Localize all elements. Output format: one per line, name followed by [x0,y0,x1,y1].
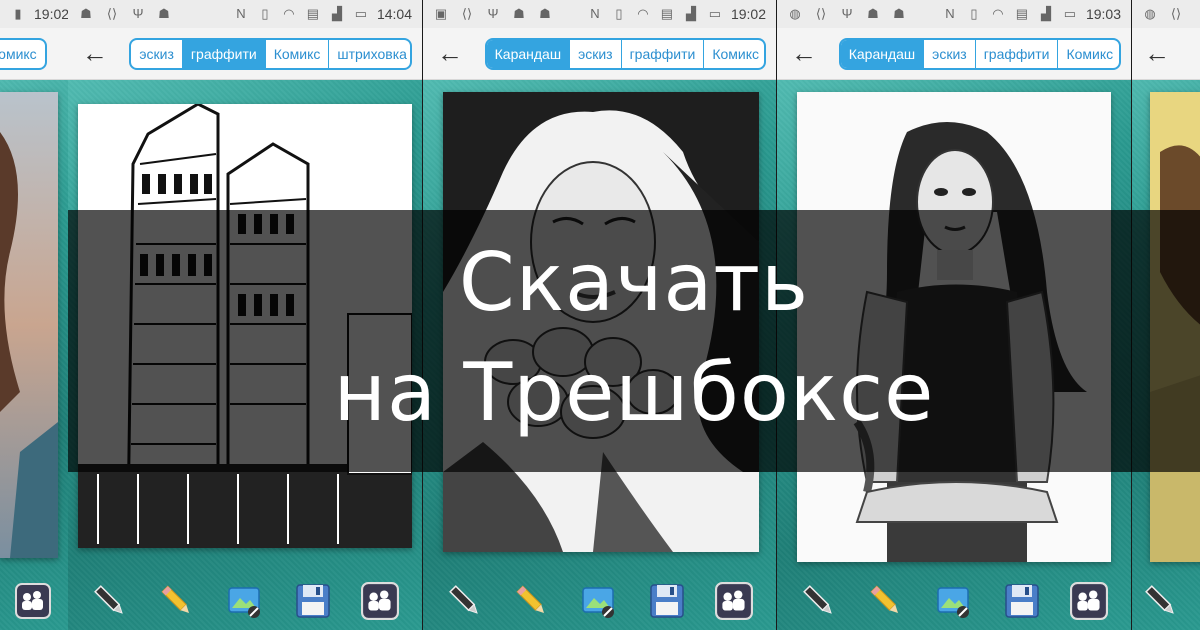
gallery-magic-icon[interactable] [224,580,266,622]
pencil-yellow-icon[interactable] [156,580,198,622]
phone-screen-1: ▮ 19:02 Комикс [0,0,68,630]
battery-icon: ▭ [708,6,722,21]
pencil-yellow-icon[interactable] [865,580,907,622]
usb-icon: Ψ [487,6,499,21]
bottom-toolbar [68,572,422,630]
battery-icon: ▭ [354,6,368,21]
filter-tabs: Карандаш эскиз граффити Комикс [484,37,766,70]
usb-icon: Ψ [841,6,853,21]
usb-icon: Ψ [132,6,144,21]
status-time: 14:04 [376,6,412,22]
status-time: 19:02 [730,6,766,22]
tab-comic[interactable]: Комикс [266,39,330,68]
status-bar: ▣ ⟨⟩ Ψ ☗ ☗ N ▯ ◠ ▤ ▟ ▭ 19:02 [423,0,776,28]
sim-icon: ▤ [1015,6,1029,21]
tab-hatching[interactable]: штриховка [329,40,410,68]
filter-tabs: Карандаш эскиз граффити Комикс [838,37,1121,70]
speaker-icon: ◍ [1144,6,1156,21]
nfc-icon: N [590,6,600,21]
banner-line-2: на Трешбоксе [333,346,935,439]
back-arrow-icon[interactable]: ← [1142,37,1172,71]
pencil-black-icon[interactable] [1140,580,1182,622]
tab-comic[interactable]: Комикс [704,40,764,68]
android-icon: ☗ [867,6,879,21]
signal-icon: ▟ [685,6,696,21]
top-bar: ← эскиз граффити Комикс штриховка [68,28,422,80]
nfc-icon: N [945,6,955,21]
status-bar: ☗ ⟨⟩ Ψ ☗ N ▯ ◠ ▤ ▟ ▭ 14:04 [68,0,422,28]
tab-pencil[interactable]: Карандаш [486,39,571,68]
android-icon: ☗ [80,6,92,21]
tab-sketch[interactable]: эскиз [131,39,183,68]
battery-icon: ▮ [14,6,22,21]
photo-canvas [0,92,58,558]
tab-graffiti[interactable]: граффити [622,39,705,68]
nfc-icon: N [236,6,246,21]
save-floppy-icon[interactable] [646,580,688,622]
code-icon: ⟨⟩ [1170,6,1182,21]
pencil-black-icon[interactable] [444,580,486,622]
android-debug-icon: ☗ [893,6,905,21]
group-share-icon[interactable] [12,580,54,622]
vibrate-icon: ▯ [261,6,269,21]
tab-sketch[interactable]: эскиз [570,39,622,68]
back-arrow-icon[interactable]: ← [433,37,467,71]
status-time: 19:02 [34,6,68,22]
filter-tabs: эскиз граффити Комикс штриховка [129,37,412,70]
android-debug-icon: ☗ [539,6,551,21]
speaker-icon: ◍ [789,6,801,21]
tab-sketch[interactable]: эскиз [924,39,976,68]
signal-icon: ▟ [1040,6,1051,21]
bottom-toolbar [0,572,68,630]
pencil-black-icon[interactable] [89,580,131,622]
group-share-icon[interactable] [1068,580,1110,622]
wifi-icon: ◠ [283,6,295,21]
android-debug-icon: ☗ [158,6,170,21]
top-bar: ← Карандаш эскиз граффити Комикс [423,28,776,80]
status-bar: ◍ ⟨⟩ [1132,0,1200,28]
banner-line-1: Скачать [458,236,810,329]
status-bar: ▮ 19:02 [0,0,68,28]
portrait-colored-image [0,92,58,558]
back-arrow-icon[interactable]: ← [787,37,821,71]
status-time: 19:03 [1085,6,1121,22]
pencil-black-icon[interactable] [798,580,840,622]
bottom-toolbar [777,572,1131,630]
save-floppy-icon[interactable] [292,580,334,622]
top-bar: Комикс [0,28,68,80]
sim-icon: ▤ [660,6,674,21]
save-floppy-icon[interactable] [1001,580,1043,622]
signal-icon: ▟ [331,6,342,21]
group-share-icon[interactable] [713,580,755,622]
code-icon: ⟨⟩ [106,6,118,21]
bottom-toolbar [1132,572,1200,630]
download-banner-text[interactable]: Скачать на Трешбоксе [68,228,1200,448]
tab-graffiti[interactable]: граффити [976,39,1059,68]
code-icon: ⟨⟩ [815,6,827,21]
tab-graffiti[interactable]: граффити [182,39,266,68]
back-arrow-icon[interactable]: ← [78,37,111,71]
vibrate-icon: ▯ [615,6,623,21]
vibrate-icon: ▯ [970,6,978,21]
tab-comic[interactable]: Комикс [1058,40,1119,68]
android-icon: ☗ [513,6,525,21]
code-icon: ⟨⟩ [461,6,473,21]
filter-tabs: Комикс [0,37,47,70]
wifi-icon: ◠ [637,6,649,21]
gallery-magic-icon[interactable] [578,580,620,622]
group-share-icon[interactable] [359,580,401,622]
top-bar: ← [1132,28,1200,80]
gallery-magic-icon[interactable] [933,580,975,622]
tab-pencil[interactable]: Карандаш [840,39,925,68]
status-bar: ◍ ⟨⟩ Ψ ☗ ☗ N ▯ ◠ ▤ ▟ ▭ 19:03 [777,0,1131,28]
gallery-icon: ▣ [434,6,448,21]
pencil-yellow-icon[interactable] [511,580,553,622]
battery-icon: ▭ [1063,6,1077,21]
wifi-icon: ◠ [992,6,1004,21]
tab-comic[interactable]: Комикс [0,40,45,68]
bottom-toolbar [423,572,776,630]
sim-icon: ▤ [306,6,320,21]
top-bar: ← Карандаш эскиз граффити Комикс [777,28,1131,80]
